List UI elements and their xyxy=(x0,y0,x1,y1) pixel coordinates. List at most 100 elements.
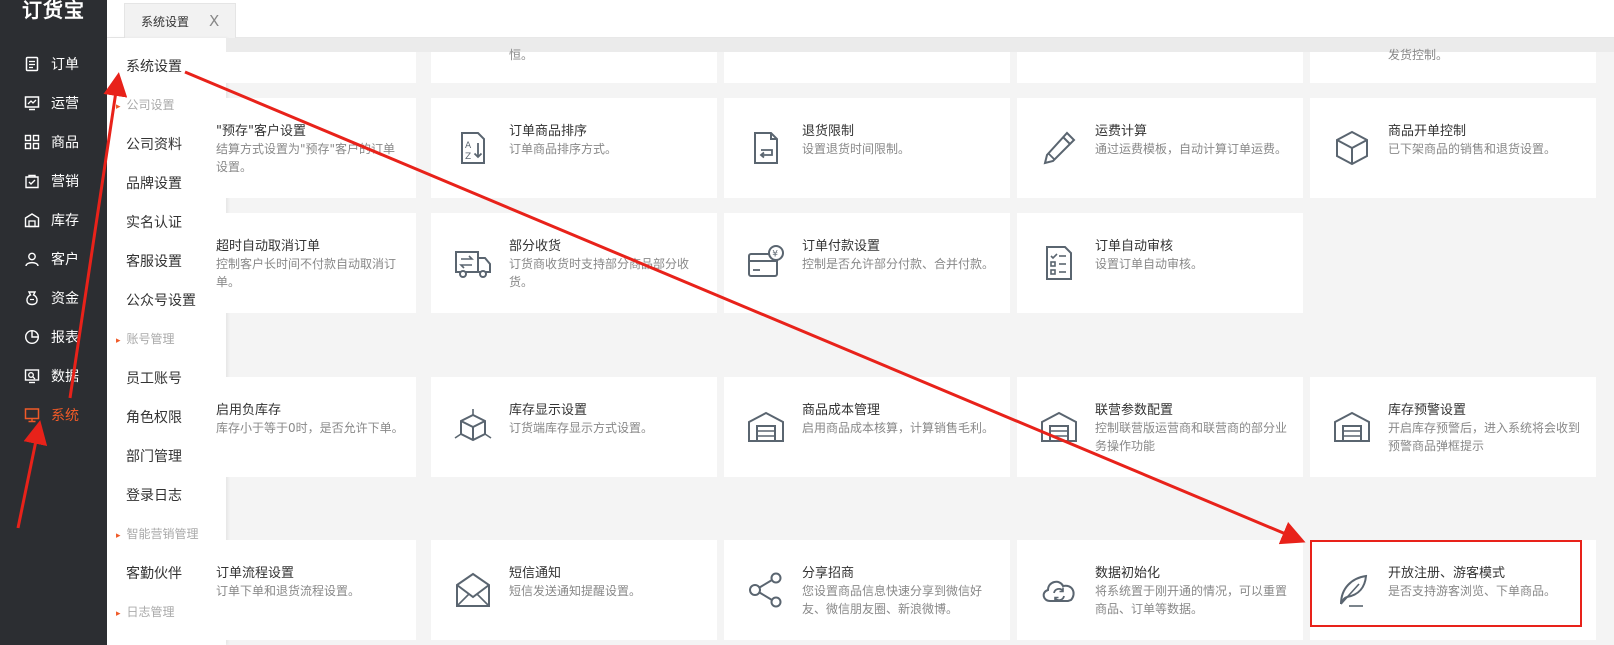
cube-icon xyxy=(453,407,493,447)
card-order-auto-review[interactable]: 订单自动审核 设置订单自动审核。 xyxy=(1017,213,1303,313)
nav-item-order[interactable]: 订单 xyxy=(0,46,107,82)
settings-card[interactable] xyxy=(724,52,1010,83)
card-freight-calc[interactable]: 运费计算 通过运费模板，自动计算订单运费。 xyxy=(1017,98,1303,198)
truck-icon xyxy=(453,243,493,283)
nav-item-data[interactable]: 数据 xyxy=(0,358,107,394)
card-title: 启用负库存 xyxy=(216,403,282,418)
nav-item-report[interactable]: 报表 xyxy=(0,319,107,355)
card-order-product-sort[interactable]: AZ 订单商品排序 订单商品排序方式。 xyxy=(431,98,717,198)
close-icon[interactable]: X xyxy=(209,12,219,30)
settings-card[interactable] xyxy=(1017,52,1303,83)
card-sms-notice[interactable]: 短信通知 短信发送通知提醒设置。 xyxy=(431,540,717,640)
card-desc: 发货控制。 xyxy=(1388,48,1449,62)
warehouse-icon xyxy=(746,407,786,447)
submenu-partner[interactable]: 客勤伙伴 xyxy=(126,563,182,583)
checklist-icon xyxy=(1039,243,1079,283)
settings-card[interactable]: 发货控制。 xyxy=(1310,48,1596,83)
svg-text:¥: ¥ xyxy=(772,250,778,260)
share-icon xyxy=(746,570,786,610)
card-prepaid-customer[interactable]: "预存"客户设置 结算方式设置为"预存"客户的订单设置。 xyxy=(216,98,416,198)
tab-bar: 系统设置 X xyxy=(107,0,1614,38)
nav-item-product[interactable]: 商品 xyxy=(0,124,107,160)
nav-label: 报表 xyxy=(51,330,79,346)
card-order-payment[interactable]: ¥ 订单付款设置 控制是否允许部分付款、合并付款。 xyxy=(724,213,1010,313)
system-submenu: 系统设置 公司设置 公司资料 品牌设置 实名认证 客服设置 公众号设置 账号管理… xyxy=(107,38,226,645)
order-icon xyxy=(23,55,41,73)
submenu-group-account: 账号管理 xyxy=(116,330,175,347)
tab-label: 系统设置 xyxy=(141,14,190,29)
payment-card-icon: ¥ xyxy=(746,243,786,283)
card-desc: 已下架商品的销售和退货设置。 xyxy=(1388,142,1557,156)
card-share-invite[interactable]: 分享招商 您设置商品信息快速分享到微信好友、微信朋友圈、新浪微博。 xyxy=(724,540,1010,640)
cloud-sync-icon xyxy=(1039,570,1079,610)
card-stock-warning[interactable]: 库存预警设置 开启库存预警后，进入系统将会收到预警商品弹框提示 xyxy=(1310,377,1596,477)
nav-label: 客户 xyxy=(51,252,79,268)
card-desc: 短信发送通知提醒设置。 xyxy=(509,584,642,598)
sort-az-icon: AZ xyxy=(453,128,493,168)
settings-card[interactable] xyxy=(226,52,416,83)
card-desc: 控制是否允许部分付款、合并付款。 xyxy=(802,257,995,271)
submenu-service[interactable]: 客服设置 xyxy=(126,251,182,271)
card-title: 联营参数配置 xyxy=(1095,403,1174,418)
card-title: 退货限制 xyxy=(802,124,855,139)
card-desc: 通过运费模板，自动计算订单运费。 xyxy=(1095,142,1288,156)
card-negative-stock[interactable]: 启用负库存 库存小于等于0时，是否允许下单。 xyxy=(216,377,416,477)
card-title: 库存预警设置 xyxy=(1388,403,1467,418)
submenu-system-settings[interactable]: 系统设置 xyxy=(126,56,182,76)
submenu-group-marketing: 智能营销管理 xyxy=(116,525,199,542)
submenu-login-log[interactable]: 登录日志 xyxy=(126,485,182,505)
card-desc: 控制联营版运营商和联营商的部分业务操作功能 xyxy=(1095,421,1288,453)
nav-label: 库存 xyxy=(51,213,79,229)
nav-label: 营销 xyxy=(51,174,79,190)
settings-card[interactable]: 恒。 xyxy=(431,48,717,83)
warehouse-icon xyxy=(1039,407,1079,447)
card-product-cost[interactable]: 商品成本管理 启用商品成本核算，计算销售毛利。 xyxy=(724,377,1010,477)
card-title: 分享招商 xyxy=(802,566,855,581)
card-product-order-control[interactable]: 商品开单控制 已下架商品的销售和退货设置。 xyxy=(1310,98,1596,198)
nav-item-operations[interactable]: 运营 xyxy=(0,85,107,121)
card-desc: 开启库存预警后，进入系统将会收到预警商品弹框提示 xyxy=(1388,421,1581,453)
card-desc: 设置退货时间限制。 xyxy=(802,142,911,156)
nav-label: 系统 xyxy=(51,408,79,424)
nav-item-customer[interactable]: 客户 xyxy=(0,241,107,277)
card-desc: 订单商品排序方式。 xyxy=(509,142,618,156)
card-order-flow[interactable]: 订单流程设置 订单下单和退货流程设置。 xyxy=(216,540,416,640)
card-desc: 设置订单自动审核。 xyxy=(1095,257,1204,271)
operations-icon xyxy=(23,94,41,112)
tab-system-settings[interactable]: 系统设置 X xyxy=(124,3,236,38)
card-title: 数据初始化 xyxy=(1095,566,1161,581)
card-desc: 恒。 xyxy=(509,48,534,62)
nav-item-money[interactable]: 资金 xyxy=(0,280,107,316)
data-icon xyxy=(23,367,41,385)
submenu-realname[interactable]: 实名认证 xyxy=(126,212,182,232)
submenu-group-company: 公司设置 xyxy=(116,96,175,113)
card-joint-operation-config[interactable]: 联营参数配置 控制联营版运营商和联营商的部分业务操作功能 xyxy=(1017,377,1303,477)
nav-label: 商品 xyxy=(51,135,79,151)
customer-icon xyxy=(23,250,41,268)
nav-label: 数据 xyxy=(51,369,79,385)
submenu-roles[interactable]: 角色权限 xyxy=(126,407,182,427)
card-title: 订单商品排序 xyxy=(509,124,588,139)
nav-item-marketing[interactable]: 营销 xyxy=(0,163,107,199)
card-title: 运费计算 xyxy=(1095,124,1148,139)
nav-label: 运营 xyxy=(51,96,79,112)
submenu-brand[interactable]: 品牌设置 xyxy=(126,173,182,193)
submenu-wechat[interactable]: 公众号设置 xyxy=(126,290,196,310)
box-icon xyxy=(1332,128,1372,168)
card-title: 库存显示设置 xyxy=(509,403,588,418)
submenu-group-log: 日志管理 xyxy=(116,603,175,620)
submenu-company-info[interactable]: 公司资料 xyxy=(126,134,182,154)
card-auto-cancel-order[interactable]: 超时自动取消订单 控制客户长时间不付款自动取消订单。 xyxy=(216,213,416,313)
money-bag-icon xyxy=(23,289,41,307)
card-title: 订单自动审核 xyxy=(1095,239,1174,254)
nav-item-system[interactable]: 系统 xyxy=(0,397,107,433)
card-data-init[interactable]: 数据初始化 将系统置于刚开通的情况，可以重置商品、订单等数据。 xyxy=(1017,540,1303,640)
submenu-department[interactable]: 部门管理 xyxy=(126,446,182,466)
nav-item-inventory[interactable]: 库存 xyxy=(0,202,107,238)
card-partial-receipt[interactable]: 部分收货 订货商收货时支持部分商品部分收货。 xyxy=(431,213,717,313)
submenu-staff[interactable]: 员工账号 xyxy=(126,368,182,388)
card-title: 部分收货 xyxy=(509,239,562,254)
card-return-limit[interactable]: 退货限制 设置退货时间限制。 xyxy=(724,98,1010,198)
card-stock-display[interactable]: 库存显示设置 订货端库存显示方式设置。 xyxy=(431,377,717,477)
card-desc: 订单下单和退货流程设置。 xyxy=(216,584,361,598)
